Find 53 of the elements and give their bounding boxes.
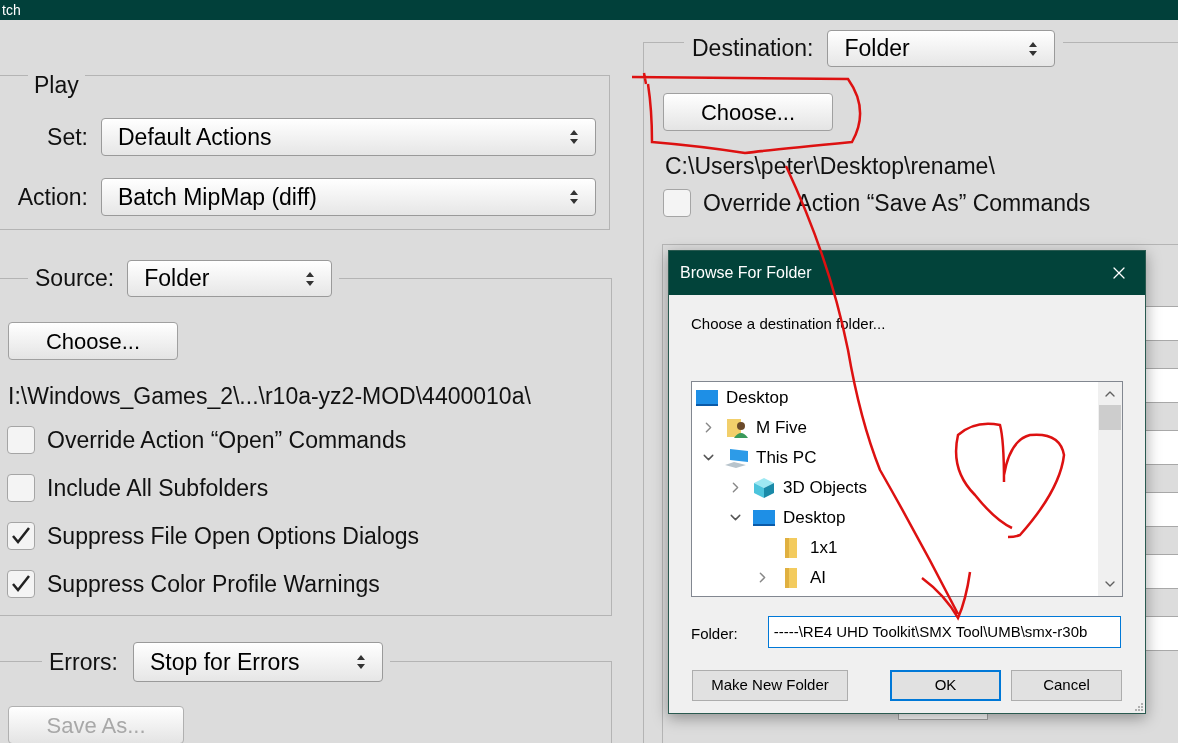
dropdown[interactable]: Stop for Errors xyxy=(133,642,383,682)
folder-icon xyxy=(783,536,799,559)
tree-item[interactable]: 3D Objects xyxy=(692,472,1098,503)
checkbox-label: Suppress File Open Options Dialogs xyxy=(47,521,420,551)
tree-item[interactable]: M Five xyxy=(692,412,1098,443)
checkbox[interactable] xyxy=(663,189,691,217)
source-path: I:\Windows_Games_2\...\r10a-yz2-MOD\4400010a\ xyxy=(8,382,532,410)
dialog-title: Browse For Folder xyxy=(680,263,812,283)
folder-tree[interactable]: Desktop M Five This PC 3D Objects Desktop 1x1 AI xyxy=(691,380,1123,597)
select-arrows-icon xyxy=(569,129,579,145)
resize-grip-icon[interactable] xyxy=(1133,701,1143,711)
choose-button[interactable]: Choose... xyxy=(663,93,833,131)
select-arrows-icon xyxy=(569,189,579,205)
dropdown[interactable]: Default Actions xyxy=(101,118,596,156)
dropdown[interactable]: Folder xyxy=(127,260,333,297)
dialog-button[interactable]: Make New Folder xyxy=(692,669,848,701)
tree-item[interactable]: 1x1 xyxy=(692,532,1098,563)
field-label: Destination: xyxy=(692,34,814,64)
dropdown[interactable]: Batch MipMap (diff) xyxy=(101,178,596,216)
field-label: Folder: xyxy=(691,624,738,645)
tree-item[interactable]: Desktop xyxy=(692,502,1098,533)
scrollbar[interactable] xyxy=(1098,381,1122,596)
field-label: Source: xyxy=(35,264,115,294)
tree-item[interactable]: This PC xyxy=(692,442,1098,473)
checkbox[interactable] xyxy=(7,474,35,502)
field-label: Errors: xyxy=(49,647,118,677)
folder-icon xyxy=(783,566,799,589)
tree-item[interactable]: Desktop xyxy=(692,382,1098,413)
checkbox[interactable] xyxy=(7,522,35,550)
checkbox[interactable] xyxy=(7,570,35,598)
folder-field[interactable]: -----\RE4 UHD Toolkit\SMX Tool\UMB\smx-r30b xyxy=(767,615,1121,648)
monitor-icon xyxy=(753,508,775,527)
cube-icon xyxy=(753,476,775,499)
monitor-icon xyxy=(696,388,718,407)
field-label: Set: xyxy=(46,122,88,152)
dialog-button[interactable]: OK xyxy=(890,669,1001,701)
dropdown[interactable]: Folder xyxy=(827,30,1056,67)
user-folder-icon xyxy=(726,416,748,439)
select-arrows-icon xyxy=(1028,40,1039,57)
checkbox[interactable] xyxy=(7,426,35,454)
choose-button[interactable]: Choose... xyxy=(8,322,178,360)
dialog-button[interactable]: Cancel xyxy=(1011,669,1122,701)
computer-icon xyxy=(724,447,750,468)
window-title: tch xyxy=(1,2,21,18)
tree-item[interactable]: AI xyxy=(692,562,1098,593)
select-arrows-icon xyxy=(356,654,366,670)
checkbox-label: Include All Subfolders xyxy=(47,473,269,503)
field-label: Action: xyxy=(16,182,88,212)
checkbox-label: Suppress Color Profile Warnings xyxy=(47,569,380,599)
scroll-thumb[interactable] xyxy=(1099,404,1121,430)
checkbox-label: Override Action “Open” Commands xyxy=(47,425,407,455)
select-arrows-icon xyxy=(305,270,316,287)
destination-path: C:\Users\peter\Desktop\rename\ xyxy=(665,152,996,180)
